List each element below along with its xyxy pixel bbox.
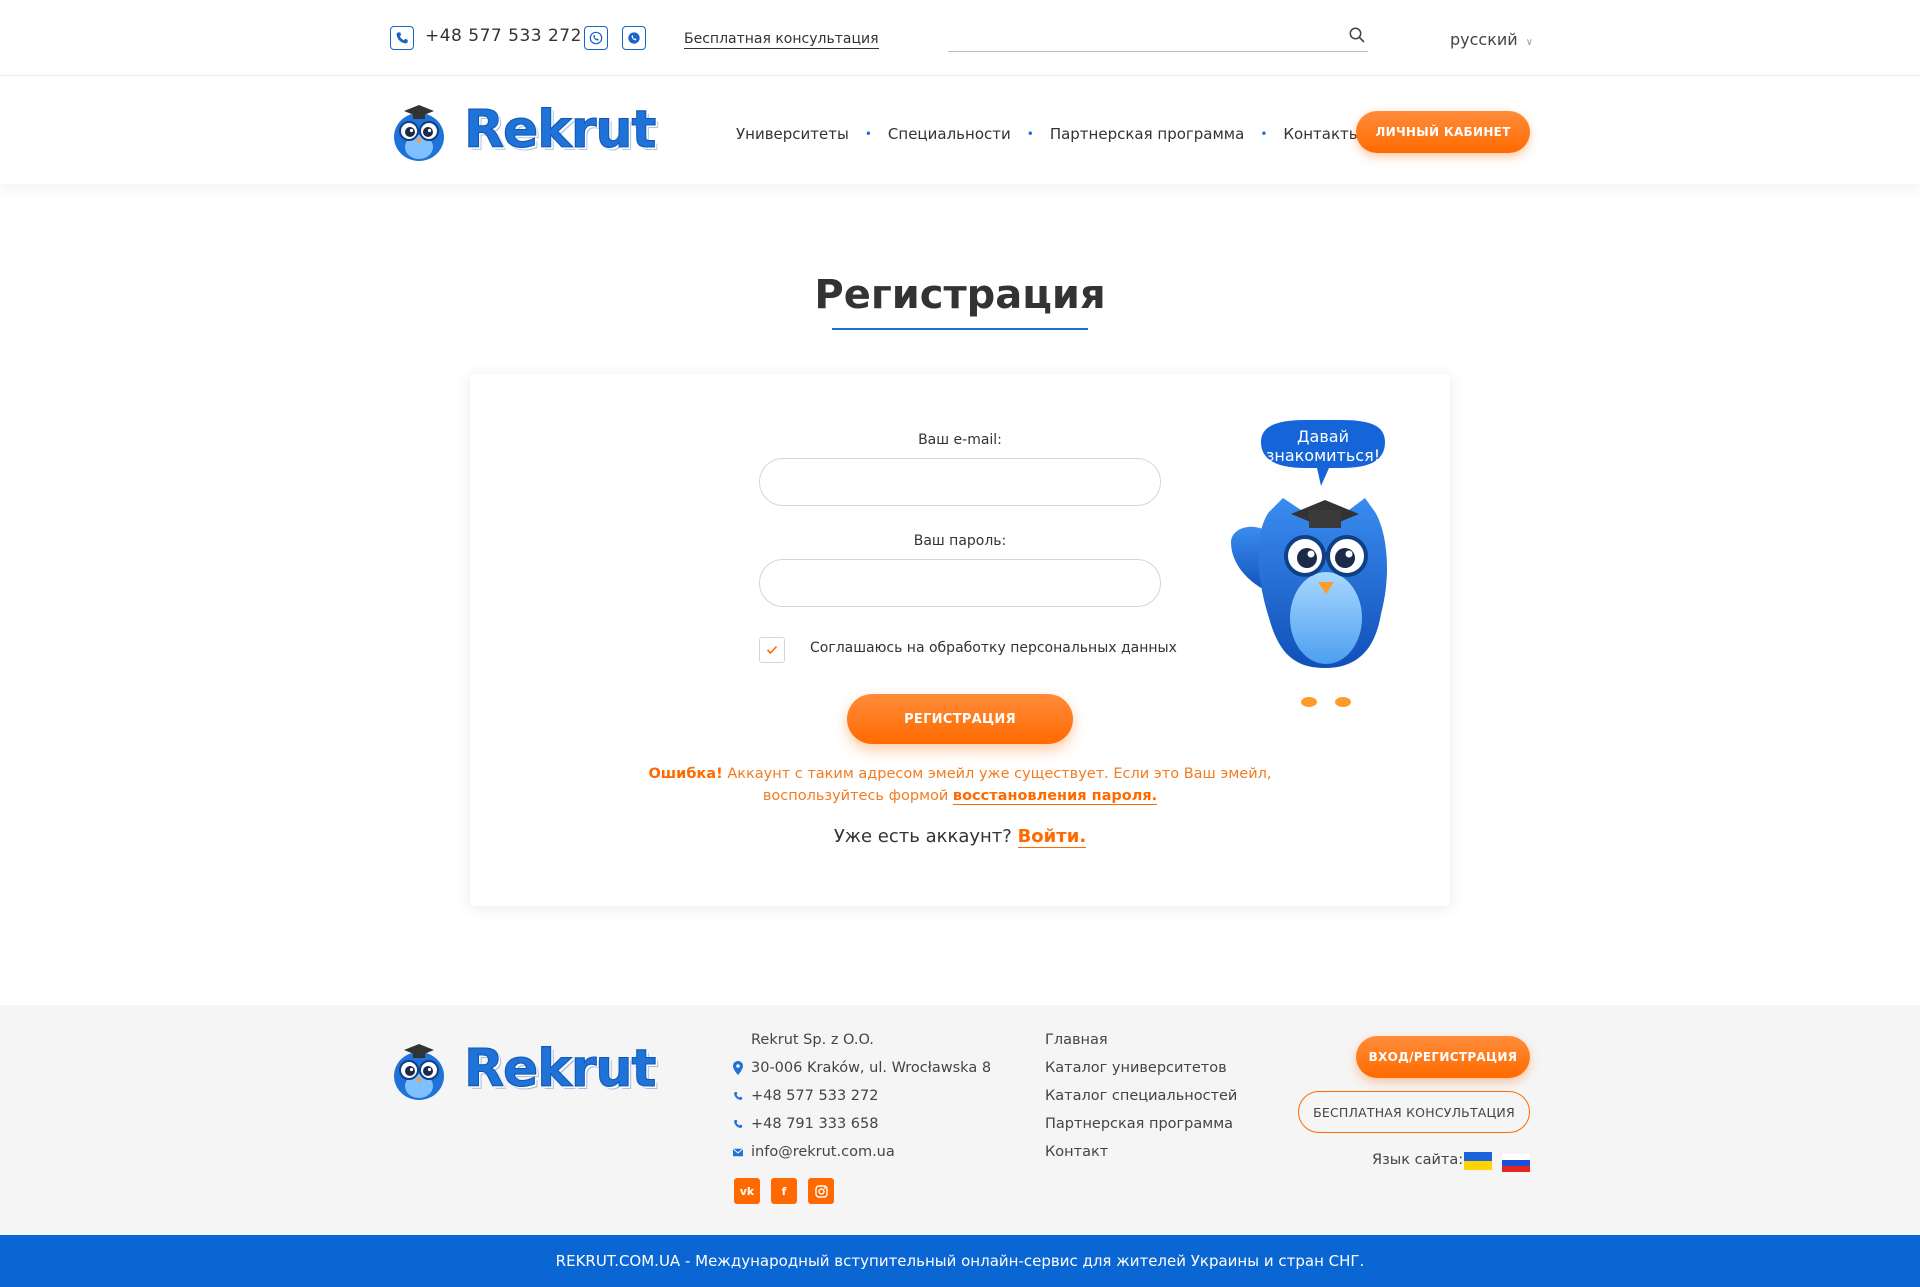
mascot-bubble-line2: знакомиться! [1266, 446, 1380, 465]
error-message-line2: воспользуйтесь формой восстановления пар… [0, 785, 1920, 807]
footer-link-universities[interactable]: Каталог университетов [1045, 1060, 1227, 1076]
footer-phone-2-text[interactable]: +48 791 333 658 [751, 1116, 878, 1132]
viber-icon[interactable] [584, 26, 608, 50]
error-text-line1: Аккаунт с таким адресом эмейл уже сущест… [727, 766, 1272, 782]
instagram-icon[interactable] [808, 1178, 834, 1204]
login-link[interactable]: Войти. [1017, 826, 1087, 848]
footer-link-home[interactable]: Главная [1045, 1032, 1108, 1048]
phone-icon[interactable] [390, 26, 414, 50]
russia-flag-icon[interactable] [1502, 1154, 1530, 1172]
nav-separator: • [1260, 127, 1268, 141]
search-input[interactable] [948, 24, 1338, 50]
language-select[interactable]: русский ∨ [1450, 30, 1533, 49]
checkmark-icon [766, 645, 778, 655]
free-consultation-link[interactable]: Бесплатная консультация [684, 31, 879, 49]
language-select-value: русский [1450, 30, 1518, 49]
footer-bottom-text: REKRUT.COM.UA - Международный вступитель… [555, 1252, 1365, 1270]
password-field[interactable] [759, 559, 1161, 607]
phone-icon [734, 1091, 743, 1100]
logo-text: Rekrut [463, 100, 656, 161]
vk-icon[interactable]: vk [734, 1178, 760, 1204]
free-consultation-button[interactable]: БЕСПЛАТНАЯ КОНСУЛЬТАЦИЯ [1298, 1091, 1530, 1133]
page-title: Регистрация [814, 272, 1106, 318]
footer-phone-1: +48 577 533 272 [733, 1088, 878, 1104]
footer-email-text[interactable]: info@rekrut.com.ua [751, 1144, 895, 1160]
nav-item-specialties[interactable]: Специальности [888, 125, 1011, 143]
have-account-text: Уже есть аккаунт? [833, 826, 1012, 847]
consent-checkbox[interactable] [759, 637, 785, 663]
register-button[interactable]: РЕГИСТРАЦИЯ [847, 694, 1073, 744]
email-field[interactable] [759, 458, 1161, 506]
location-pin-icon [733, 1061, 743, 1075]
footer-company-name: Rekrut Sp. z O.O. [751, 1032, 874, 1048]
email-label: Ваш e-mail: [918, 432, 1002, 448]
footer-email: info@rekrut.com.ua [733, 1144, 895, 1160]
footer-phone-2: +48 791 333 658 [733, 1116, 878, 1132]
instagram-glyph [814, 1184, 828, 1198]
footer-address-text: 30-006 Kraków, ul. Wrocławska 8 [751, 1060, 992, 1076]
chevron-down-icon: ∨ [1525, 37, 1534, 48]
password-label: Ваш пароль: [913, 533, 1007, 549]
footer-logo[interactable]: Rekrut [388, 1036, 657, 1102]
owl-logo-icon [394, 105, 444, 161]
mail-icon [733, 1147, 743, 1156]
nav-item-partner-program[interactable]: Партнерская программа [1050, 125, 1245, 143]
nav-separator: • [1026, 127, 1034, 141]
top-phone-number[interactable]: +48 577 533 272 [425, 26, 582, 46]
owl-mascot-icon: Давай знакомиться! [1231, 420, 1388, 707]
phone-icon [734, 1119, 743, 1128]
site-logo[interactable]: Rekrut [388, 97, 657, 163]
consent-label[interactable]: Соглашаюсь на обработку персональных дан… [810, 640, 1177, 656]
error-text-line2: воспользуйтесь формой [762, 788, 949, 804]
footer-link-specialties[interactable]: Каталог специальностей [1045, 1088, 1237, 1104]
footer-phone-1-text[interactable]: +48 577 533 272 [751, 1088, 878, 1104]
personal-cabinet-button[interactable]: ЛИЧНЫЙ КАБИНЕТ [1356, 111, 1530, 153]
owl-logo-icon [394, 1044, 444, 1100]
title-underline [832, 328, 1088, 330]
nav-separator: • [864, 127, 872, 141]
ukraine-flag-icon[interactable] [1464, 1152, 1492, 1170]
footer-link-partner-program[interactable]: Партнерская программа [1045, 1116, 1233, 1132]
footer-company: Rekrut Sp. z O.O. [751, 1032, 874, 1048]
login-register-button[interactable]: ВХОД/РЕГИСТРАЦИЯ [1356, 1036, 1530, 1078]
error-message: Ошибка! Аккаунт с таким адресом эмейл уж… [0, 763, 1920, 785]
site-language-label: Язык сайта: [1372, 1152, 1464, 1168]
whatsapp-icon[interactable] [622, 26, 646, 50]
password-recovery-link[interactable]: восстановления пароля. [952, 788, 1158, 805]
error-prefix: Ошибка! [648, 766, 723, 782]
search-bar [948, 24, 1368, 52]
login-prompt: Уже есть аккаунт? Войти. [0, 826, 1920, 848]
nav-item-universities[interactable]: Университеты [736, 125, 849, 143]
footer-bottom-bar: REKRUT.COM.UA - Международный вступитель… [0, 1235, 1920, 1287]
footer [0, 1005, 1920, 1235]
nav-item-contacts[interactable]: Контакты [1283, 125, 1360, 143]
facebook-icon[interactable]: f [771, 1178, 797, 1204]
mascot-bubble-line1: Давай [1297, 427, 1349, 446]
search-icon[interactable] [1348, 26, 1366, 44]
main-nav: Университеты • Специальности • Партнерск… [736, 125, 1361, 143]
footer-logo-text: Rekrut [463, 1039, 656, 1100]
footer-address: 30-006 Kraków, ul. Wrocławska 8 [733, 1060, 991, 1076]
footer-link-contact[interactable]: Контакт [1045, 1144, 1108, 1160]
main-header: Rekrut Университеты • Специальности • Па… [0, 77, 1920, 184]
top-bar: +48 577 533 272 Бесплатная консультация … [0, 0, 1920, 76]
